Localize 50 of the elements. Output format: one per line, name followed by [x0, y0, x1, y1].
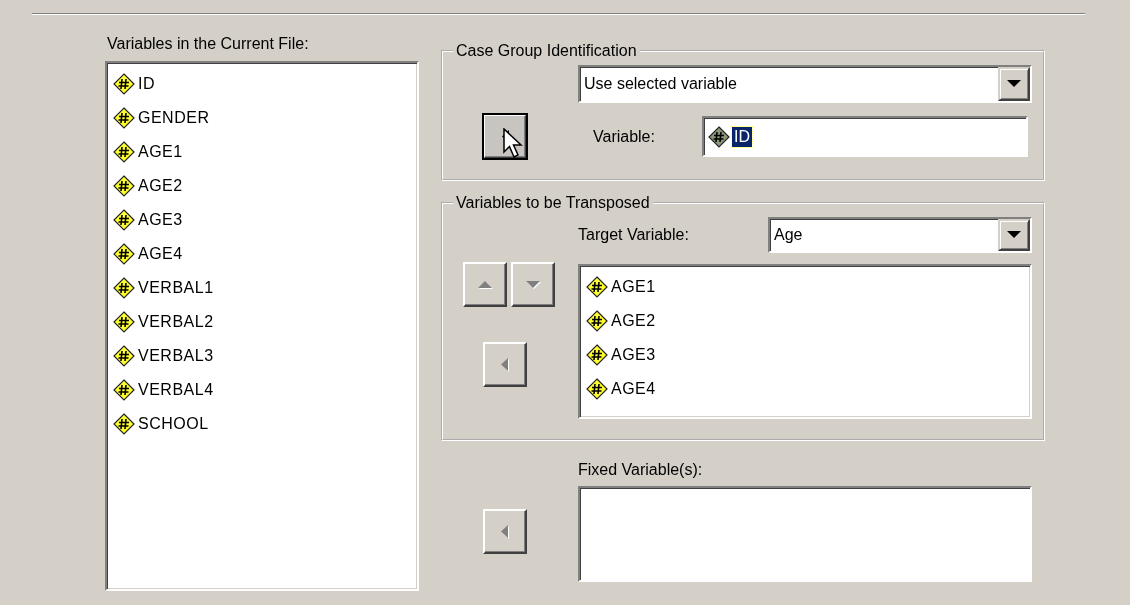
variable-item[interactable]: GENDER — [113, 101, 411, 135]
list-label: Fixed Variable(s): — [578, 460, 703, 480]
variable-item[interactable]: ID — [113, 67, 411, 101]
variable-icon — [708, 125, 730, 148]
variable-item[interactable]: VERBAL4 — [113, 373, 411, 407]
variable-list[interactable]: ID GENDER AGE1 AGE2 AGE3 AGE4 VERBAL1 VERBAL2 VERBAL3 VERBAL4 SCHOOL — [105, 61, 419, 591]
variable-icon — [113, 209, 135, 231]
variable-item[interactable]: AGE1 — [113, 135, 411, 169]
fixed-variable-list[interactable] — [578, 486, 1032, 582]
dropdown[interactable]: Use selected variable — [578, 65, 1032, 103]
variable-icon — [113, 73, 135, 95]
variable-item[interactable]: AGE4 — [113, 237, 411, 271]
variable-icon — [586, 344, 608, 366]
variable-icon — [586, 310, 608, 332]
variable-item[interactable]: AGE3 — [586, 338, 1024, 372]
cursor-icon — [503, 128, 525, 160]
variable-icon — [113, 277, 135, 299]
variable-icon — [113, 141, 135, 163]
variable-icon — [113, 379, 135, 401]
field-label: Variable: — [593, 126, 655, 147]
variable-icon — [113, 175, 135, 197]
variable-icon — [113, 107, 135, 129]
left-arrow-icon — [501, 357, 509, 372]
list-label: Variables in the Current File: — [106, 34, 310, 54]
variable-item[interactable]: AGE2 — [113, 169, 411, 203]
up-arrow-icon — [477, 280, 493, 289]
down-arrow-icon — [525, 280, 541, 289]
variable-field[interactable]: ID — [702, 116, 1028, 157]
variable-item[interactable]: AGE4 — [586, 372, 1024, 406]
group-title: Case Group Identification — [456, 42, 637, 59]
variable-icon — [586, 378, 608, 400]
variable-icon — [113, 311, 135, 333]
variable-item[interactable]: VERBAL2 — [113, 305, 411, 339]
variable-item[interactable]: AGE1 — [586, 270, 1024, 304]
variable-item[interactable]: AGE3 — [113, 203, 411, 237]
field-label: Target Variable: — [578, 225, 689, 245]
variable-item[interactable]: SCHOOL — [113, 407, 411, 441]
variable-icon — [113, 413, 135, 435]
variable-icon — [586, 276, 608, 298]
variable-item[interactable]: AGE2 — [586, 304, 1024, 338]
caret-icon — [1007, 80, 1021, 88]
group-title: Variables to be Transposed — [456, 194, 650, 211]
dropdown[interactable]: Age — [768, 217, 1032, 253]
variable-item[interactable]: VERBAL1 — [113, 271, 411, 305]
caret-icon — [1007, 231, 1021, 239]
variable-item[interactable]: VERBAL3 — [113, 339, 411, 373]
variable-icon — [113, 345, 135, 367]
variable-icon — [113, 243, 135, 265]
variable-list[interactable]: AGE1 AGE2 AGE3 AGE4 — [578, 264, 1032, 419]
left-arrow-icon — [501, 524, 509, 539]
